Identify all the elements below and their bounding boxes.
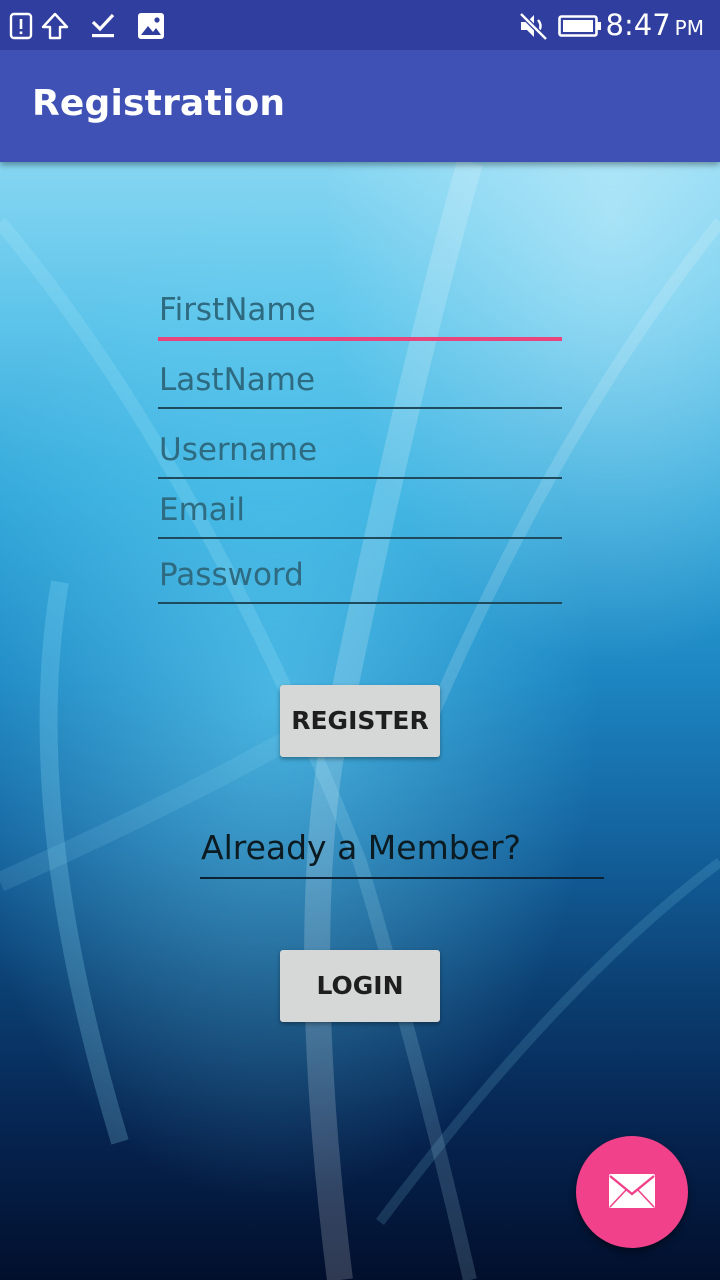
- member-prompt: Already a Member?: [201, 828, 522, 867]
- status-clock: 8:47: [605, 8, 671, 42]
- lastname-underline: [158, 407, 562, 409]
- email-placeholder: Email: [159, 492, 246, 528]
- firstname-placeholder: FirstName: [159, 292, 316, 328]
- password-underline: [158, 602, 562, 604]
- download-done-icon: [91, 13, 115, 38]
- username-placeholder: Username: [159, 432, 318, 468]
- alert-icon: [9, 12, 33, 40]
- firstname-field[interactable]: FirstName: [158, 286, 562, 342]
- status-bar: 8:47 PM: [0, 0, 720, 50]
- image-icon: [138, 13, 164, 39]
- battery-icon: [558, 15, 601, 37]
- status-ampm: PM: [674, 16, 704, 40]
- username-underline: [158, 477, 562, 479]
- status-time: 8:47 PM: [606, 5, 704, 45]
- page-title: Registration: [32, 83, 286, 124]
- username-field[interactable]: Username: [158, 426, 562, 480]
- login-button[interactable]: LOGIN: [280, 950, 440, 1022]
- app-bar: Registration: [0, 50, 720, 162]
- password-field[interactable]: Password: [158, 552, 562, 605]
- mute-icon: [519, 12, 548, 41]
- password-placeholder: Password: [159, 557, 304, 593]
- registration-screen: 8:47 PM Registration FirstName LastName …: [0, 0, 720, 1280]
- upload-icon: [41, 12, 69, 40]
- email-field[interactable]: Email: [158, 488, 562, 540]
- email-underline: [158, 537, 562, 539]
- firstname-underline: [158, 337, 562, 341]
- lastname-field[interactable]: LastName: [158, 356, 562, 410]
- mail-fab-button[interactable]: [576, 1136, 688, 1248]
- member-prompt-underline: [200, 877, 604, 879]
- lastname-placeholder: LastName: [159, 362, 316, 398]
- register-button[interactable]: REGISTER: [280, 685, 440, 757]
- mail-icon: [609, 1174, 655, 1208]
